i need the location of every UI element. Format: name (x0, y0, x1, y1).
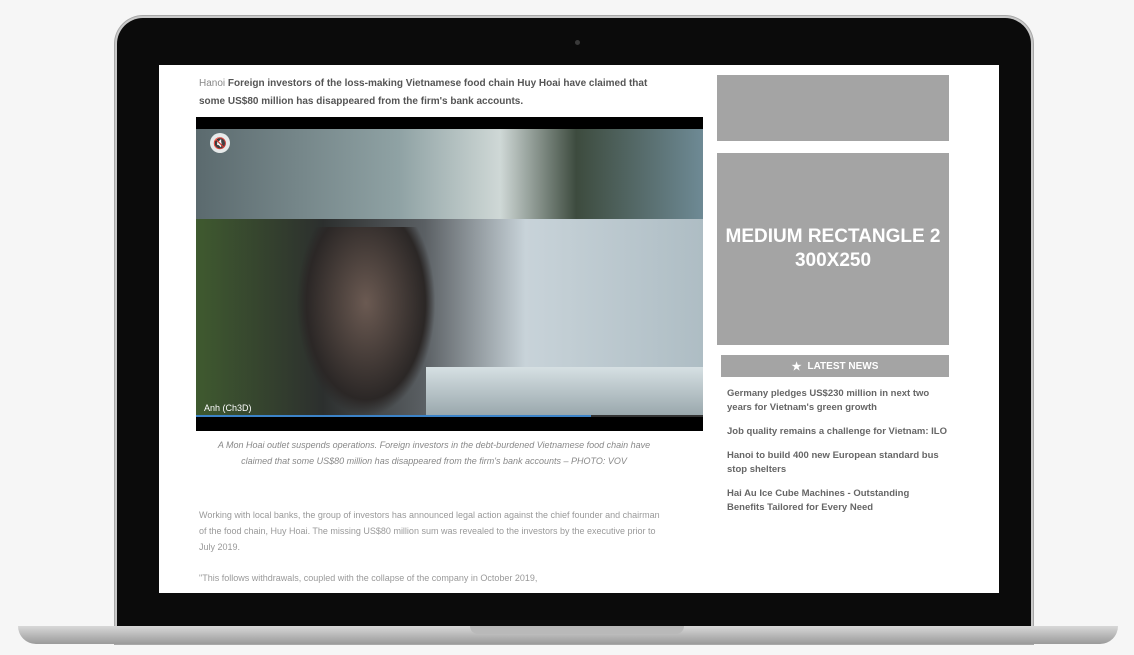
mute-icon[interactable]: 🔇 (210, 133, 230, 153)
article-paragraph: "This follows withdrawals, coupled with … (199, 573, 538, 583)
video-progress-fill (196, 415, 592, 417)
video-credit: Anh (Ch3D) (204, 403, 252, 413)
ad-label-line1: MEDIUM RECTANGLE 2 (725, 226, 941, 247)
article-paragraph: Working with local banks, the group of i… (199, 510, 660, 552)
news-link[interactable]: Hanoi to build 400 new European standard… (727, 449, 947, 477)
ad-banner-top[interactable] (717, 75, 949, 141)
web-page: Hanoi Foreign investors of the loss-maki… (159, 65, 999, 593)
video-rider (296, 227, 436, 417)
article-dateline: Hanoi (199, 78, 226, 89)
news-link[interactable]: Germany pledges US$230 million in next t… (727, 387, 947, 415)
ad-label-line2: 300X250 (794, 250, 872, 271)
video-progress-bar[interactable] (196, 415, 703, 417)
sidebar: MEDIUM RECTANGLE 2 300X250 ★ LATEST NEWS… (717, 75, 949, 515)
video-frame-upper (196, 129, 703, 219)
latest-news-title: LATEST NEWS (807, 360, 879, 372)
ad-medium-rectangle[interactable]: MEDIUM RECTANGLE 2 300X250 (717, 153, 949, 345)
webcam-icon (575, 40, 580, 45)
news-link[interactable]: Hai Au Ice Cube Machines - Outstanding B… (727, 487, 947, 515)
video-caption: A Mon Hoai outlet suspends operations. F… (217, 440, 651, 466)
article-intro-text: Foreign investors of the loss-making Vie… (199, 78, 648, 107)
video-player[interactable]: 🔇 Anh (Ch3D) (196, 117, 703, 431)
latest-news-header: ★ LATEST NEWS (721, 355, 949, 377)
star-icon: ★ (791, 360, 802, 373)
latest-news-list: Germany pledges US$230 million in next t… (727, 387, 947, 515)
laptop-hinge (470, 626, 684, 634)
article-intro: Hanoi Foreign investors of the loss-maki… (199, 75, 669, 111)
news-link[interactable]: Job quality remains a challenge for Viet… (727, 425, 947, 439)
video-scenery (426, 367, 703, 415)
